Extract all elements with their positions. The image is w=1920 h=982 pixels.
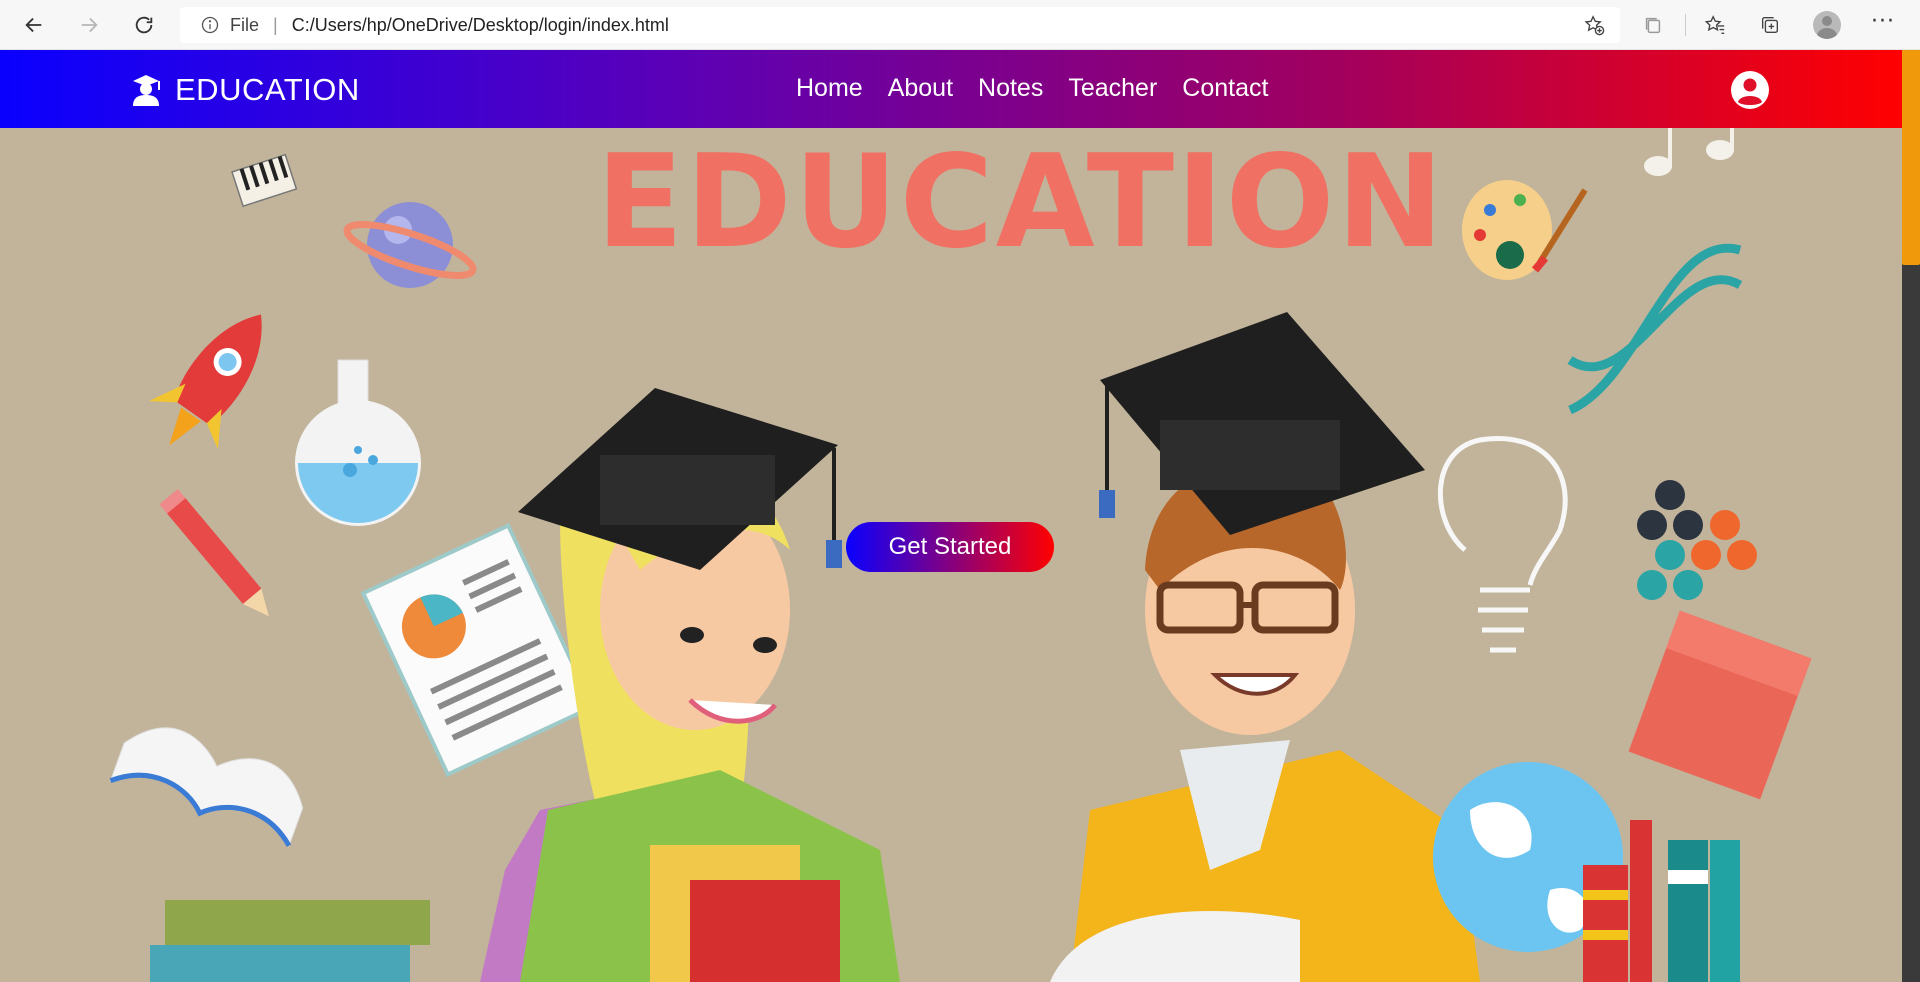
- stacked-books-icon: [150, 900, 430, 982]
- red-book-icon: [1628, 610, 1812, 800]
- collections-icon: [1645, 17, 1661, 34]
- brand-name: EDUCATION: [175, 72, 360, 107]
- graduate-icon: [133, 75, 160, 106]
- nav-home[interactable]: Home: [796, 74, 863, 103]
- collections-button[interactable]: [1639, 12, 1667, 38]
- forward-button[interactable]: [73, 10, 105, 40]
- site-header: EDUCATION Home About Notes Teacher Conta…: [0, 50, 1902, 128]
- arrow-right-icon: [81, 17, 98, 33]
- hero-title: EDUCATION: [596, 128, 1446, 277]
- user-circle-icon[interactable]: [1731, 71, 1769, 109]
- piano-keys-icon: [231, 153, 298, 208]
- address-bar[interactable]: File | C:/Users/hp/OneDrive/Desktop/logi…: [180, 7, 1620, 43]
- file-label: File: [230, 14, 260, 35]
- browser-toolbar: File | C:/Users/hp/OneDrive/Desktop/logi…: [0, 0, 1920, 50]
- toolbar-divider: [1685, 14, 1686, 36]
- nav-teacher[interactable]: Teacher: [1068, 74, 1157, 103]
- nav-about[interactable]: About: [888, 74, 953, 103]
- refresh-icon: [135, 16, 153, 34]
- flask-icon: [295, 359, 421, 526]
- back-button[interactable]: [18, 10, 50, 40]
- tab-collections-button[interactable]: [1756, 12, 1784, 38]
- get-started-button[interactable]: Get Started: [846, 522, 1054, 572]
- dna-icon: [1567, 243, 1743, 415]
- nav-contact[interactable]: Contact: [1182, 74, 1268, 103]
- brand[interactable]: EDUCATION: [131, 72, 360, 108]
- boy-student-figure: [1050, 312, 1480, 982]
- address-separator: |: [273, 14, 278, 35]
- tab-collections-icon: [1761, 16, 1779, 34]
- favorites-button[interactable]: [1701, 12, 1729, 38]
- hexagons-icon: [1637, 480, 1757, 600]
- url-text[interactable]: C:/Users/hp/OneDrive/Desktop/login/index…: [292, 15, 669, 36]
- arrow-left-icon: [25, 17, 42, 33]
- open-book-icon: [109, 727, 304, 847]
- favorites-icon: [1704, 15, 1725, 34]
- info-icon[interactable]: [200, 15, 220, 35]
- scrollbar-thumb[interactable]: [1902, 50, 1920, 265]
- main-nav: Home About Notes Teacher Contact: [796, 74, 1293, 103]
- lightbulb-icon: [1437, 436, 1568, 653]
- star-plus-icon[interactable]: [1582, 14, 1606, 36]
- palette-icon: [1462, 180, 1588, 280]
- planet-icon: [343, 202, 477, 288]
- nav-notes[interactable]: Notes: [978, 74, 1043, 103]
- refresh-button[interactable]: [128, 10, 160, 40]
- page-viewport: EDUCATION Home About Notes Teacher Conta…: [0, 50, 1902, 982]
- rocket-icon: [149, 314, 262, 450]
- profile-avatar[interactable]: [1813, 11, 1841, 39]
- pencil-icon: [159, 489, 269, 617]
- report-paper-icon: [360, 522, 596, 778]
- more-menu-button[interactable]: ···: [1868, 11, 1898, 38]
